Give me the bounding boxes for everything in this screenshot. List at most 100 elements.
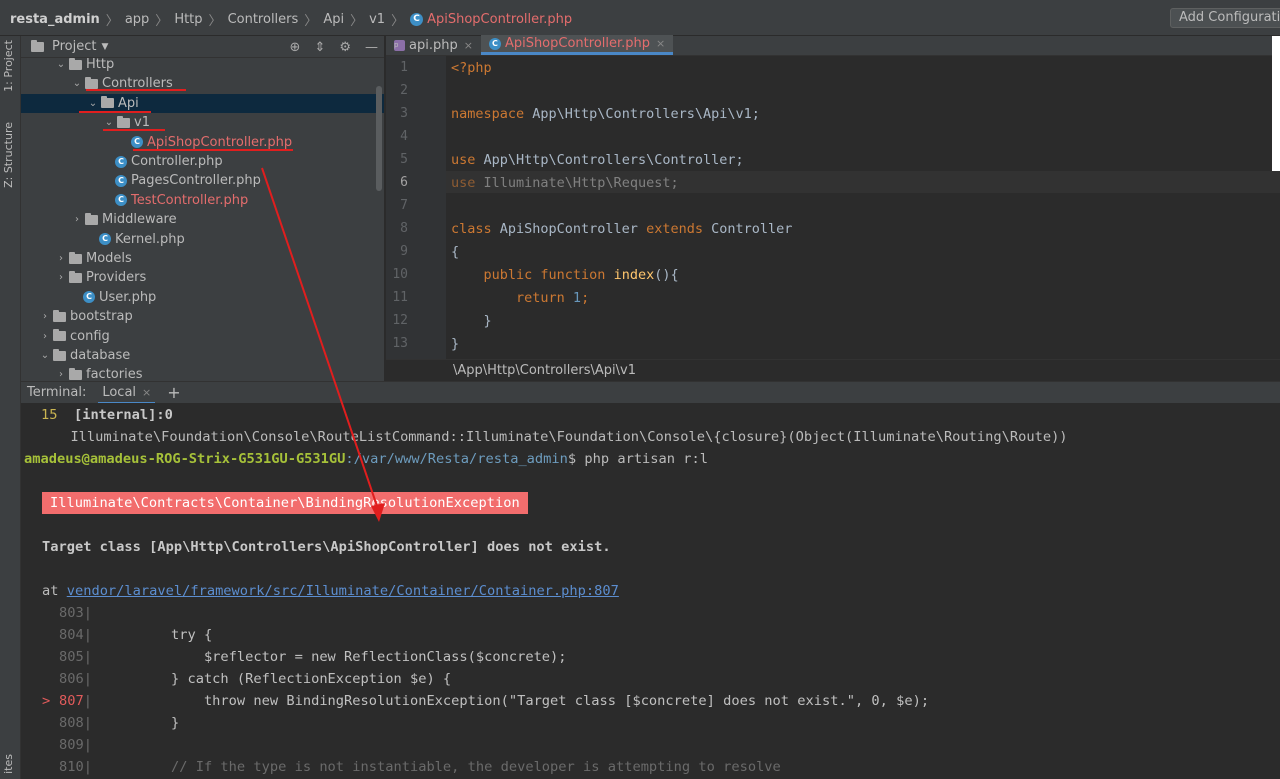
php-class-icon: C bbox=[410, 13, 424, 26]
tree-item-label: factories bbox=[86, 367, 143, 381]
folder-icon bbox=[53, 348, 66, 361]
project-tool-tab[interactable]: 1: Project bbox=[2, 40, 15, 92]
close-icon[interactable]: × bbox=[464, 39, 473, 52]
folder-icon bbox=[117, 115, 130, 128]
tree-item-testcontroller[interactable]: C TestController.php bbox=[21, 191, 384, 210]
folder-icon bbox=[53, 329, 66, 342]
tree-item-http[interactable]: ⌄ Http bbox=[21, 55, 384, 74]
php-class-icon: C bbox=[115, 194, 127, 207]
line-number: 6 bbox=[400, 175, 408, 190]
collapse-all-icon[interactable]: ⇕ bbox=[314, 40, 325, 55]
line-number: 4 bbox=[400, 129, 408, 144]
line-number: 3 bbox=[400, 106, 408, 121]
tree-item-v1[interactable]: ⌄ v1 bbox=[21, 113, 384, 132]
tree-item-middleware[interactable]: › Middleware bbox=[21, 210, 384, 229]
gutter-separator: | bbox=[83, 715, 92, 731]
add-configuration-button[interactable]: Add Configurati bbox=[1170, 8, 1280, 28]
tree-item-factories[interactable]: › factories bbox=[21, 365, 384, 381]
line-number: 1 bbox=[400, 60, 408, 75]
chevron-right-icon[interactable]: › bbox=[55, 369, 67, 380]
chevron-right-icon: 〉 bbox=[105, 14, 119, 29]
chevron-down-icon[interactable]: ⌄ bbox=[71, 78, 83, 89]
source-line: 810| // If the type is not instantiable, … bbox=[42, 759, 781, 775]
tree-item-bootstrap[interactable]: › bootstrap bbox=[21, 307, 384, 326]
tree-item-controller[interactable]: C Controller.php bbox=[21, 152, 384, 171]
chevron-down-icon[interactable]: ⌄ bbox=[55, 59, 67, 70]
tree-item-label: Controller.php bbox=[131, 154, 223, 169]
tab-api-php[interactable]: p api.php × bbox=[386, 35, 481, 55]
chevron-down-icon[interactable]: ⌄ bbox=[87, 98, 99, 109]
tree-item-label: Kernel.php bbox=[115, 231, 185, 247]
close-icon[interactable]: × bbox=[142, 386, 151, 399]
line-number: 8 bbox=[400, 221, 408, 236]
keyword: class bbox=[451, 221, 492, 237]
project-panel-title[interactable]: Project bbox=[52, 39, 96, 54]
chevron-down-icon[interactable]: ⌄ bbox=[39, 350, 51, 361]
chevron-right-icon: 〉 bbox=[391, 14, 405, 29]
tree-item-api[interactable]: ⌄ Api bbox=[21, 93, 384, 113]
source-code: } catch (ReflectionException $e) { bbox=[170, 671, 452, 687]
chevron-right-icon[interactable]: › bbox=[55, 272, 67, 283]
php-file-icon: p bbox=[394, 39, 405, 51]
line-number: 12 bbox=[392, 313, 408, 328]
source-line-number: 805 bbox=[59, 649, 84, 665]
source-code: } bbox=[170, 715, 180, 731]
php-class-icon: C bbox=[83, 291, 95, 304]
dropdown-arrow-icon[interactable]: ▼ bbox=[101, 42, 108, 52]
chevron-right-icon[interactable]: › bbox=[71, 214, 83, 225]
tree-item-user[interactable]: C User.php bbox=[21, 288, 384, 307]
minimize-icon[interactable]: — bbox=[365, 40, 378, 55]
source-line-number: 809 bbox=[59, 737, 84, 753]
php-class-icon: C bbox=[115, 155, 127, 168]
line-number: 11 bbox=[392, 290, 408, 305]
tab-apishopcontroller[interactable]: C ApiShopController.php × bbox=[480, 35, 674, 55]
favorites-tool-tab[interactable]: ites bbox=[2, 754, 15, 774]
structure-tool-tab[interactable]: Z: Structure bbox=[2, 122, 15, 188]
breadcrumb-item-app[interactable]: app bbox=[125, 12, 149, 27]
code-text: App\Http\Controllers\Controller; bbox=[475, 152, 744, 168]
breadcrumb-item-project[interactable]: resta_admin bbox=[10, 12, 100, 27]
chevron-right-icon[interactable]: › bbox=[39, 311, 51, 322]
tree-item-pagescontroller[interactable]: C PagesController.php bbox=[21, 171, 384, 190]
tree-item-providers[interactable]: › Providers bbox=[21, 268, 384, 287]
terminal-header: Terminal: Local × + bbox=[21, 381, 1280, 404]
source-link[interactable]: vendor/laravel/framework/src/Illuminate/… bbox=[67, 583, 619, 599]
source-code: try { bbox=[170, 627, 213, 643]
breadcrumb-item-api[interactable]: Api bbox=[323, 12, 344, 27]
breadcrumb-item-v1[interactable]: v1 bbox=[369, 12, 385, 27]
terminal-line: 15 [internal]:0 bbox=[41, 407, 173, 423]
tree-item-kernel[interactable]: C Kernel.php bbox=[21, 230, 384, 249]
prompt-command: $ php artisan r:l bbox=[567, 451, 708, 467]
terminal-output[interactable]: 15 [internal]:0 Illuminate\Foundation\Co… bbox=[21, 403, 1280, 779]
annotation-underline bbox=[79, 111, 151, 113]
code-line-10: public function index(){ bbox=[451, 267, 679, 283]
breadcrumb-item-http[interactable]: Http bbox=[174, 12, 202, 27]
chevron-right-icon[interactable]: › bbox=[55, 253, 67, 264]
scrollbar[interactable] bbox=[376, 86, 382, 191]
tree-item-models[interactable]: › Models bbox=[21, 249, 384, 268]
chevron-right-icon[interactable]: › bbox=[39, 331, 51, 342]
breadcrumb-item-file[interactable]: ApiShopController.php bbox=[427, 12, 572, 27]
number-literal: 1 bbox=[572, 290, 582, 306]
gutter-separator: | bbox=[83, 737, 92, 753]
chevron-right-icon: 〉 bbox=[155, 14, 169, 29]
tree-item-database[interactable]: ⌄ database bbox=[21, 346, 384, 365]
gear-icon[interactable]: ⚙ bbox=[339, 40, 351, 55]
locate-file-icon[interactable]: ⊕ bbox=[290, 40, 301, 55]
close-icon[interactable]: × bbox=[656, 37, 665, 50]
tree-item-config[interactable]: › config bbox=[21, 327, 384, 346]
source-line-number: 804 bbox=[59, 627, 84, 643]
breadcrumb: resta_admin 〉 app 〉 Http 〉 Controllers 〉… bbox=[10, 10, 572, 29]
keyword: namespace bbox=[451, 106, 525, 122]
new-terminal-tab-icon[interactable]: + bbox=[167, 383, 180, 402]
tree-item-label: v1 bbox=[134, 115, 150, 131]
code-line-11: return 1; bbox=[451, 290, 589, 306]
code-line-13: } bbox=[451, 336, 459, 352]
breadcrumb-item-controllers[interactable]: Controllers bbox=[228, 12, 299, 27]
source-code: $reflector = new ReflectionClass($concre… bbox=[170, 649, 567, 665]
chevron-down-icon[interactable]: ⌄ bbox=[103, 117, 115, 128]
editor-breadcrumb-footer[interactable]: \App\Http\Controllers\Api\v1 bbox=[386, 359, 1280, 381]
tree-item-controllers[interactable]: ⌄ Controllers bbox=[21, 74, 384, 93]
chevron-right-icon: 〉 bbox=[350, 14, 364, 29]
tab-terminal-local[interactable]: Local × bbox=[98, 382, 156, 404]
